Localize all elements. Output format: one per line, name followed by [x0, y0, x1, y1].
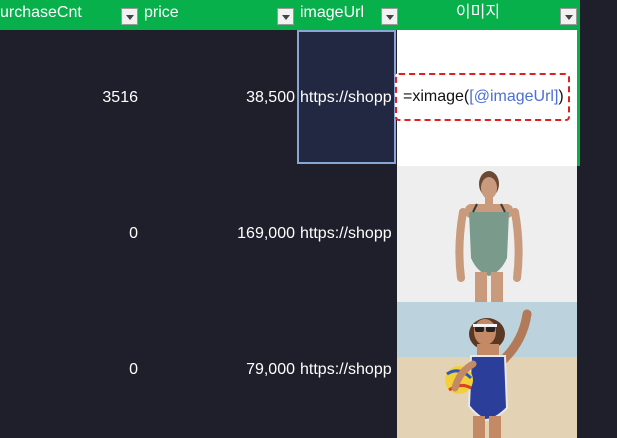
cell-price[interactable]: 169,000 [150, 224, 295, 244]
cell-purchasecnt[interactable]: 0 [0, 224, 138, 244]
cell-imageurl[interactable]: https://shopp [300, 224, 396, 244]
filter-dropdown-icon[interactable] [121, 8, 138, 25]
selection-edge [577, 30, 580, 166]
table-header-row: urchaseCnt price imageUrl 이미지 [0, 0, 580, 30]
image-formula: =ximage([@imageUrl]) [395, 73, 570, 121]
column-header-label: 이미지 [455, 4, 501, 21]
cell-imageurl[interactable]: https://shopp [300, 88, 396, 108]
cell-price[interactable]: 79,000 [150, 360, 295, 380]
cell-purchasecnt[interactable]: 0 [0, 360, 138, 380]
cell-imageurl[interactable]: https://shopp [300, 360, 396, 380]
column-header-price[interactable]: price [144, 0, 274, 30]
beach-swimsuit-image [397, 302, 577, 438]
filter-dropdown-icon[interactable] [560, 8, 577, 25]
cell-price[interactable]: 38,500 [150, 88, 295, 108]
column-header-label: urchaseCnt [0, 4, 82, 21]
column-header-label: imageUrl [300, 4, 365, 21]
formula-function: =ximage( [403, 88, 470, 105]
formula-close-paren: ) [558, 88, 564, 105]
column-header-imageurl[interactable]: imageUrl [300, 0, 380, 30]
column-header-purchasecnt[interactable]: urchaseCnt [0, 0, 120, 30]
filter-dropdown-icon[interactable] [277, 8, 294, 25]
column-header-image[interactable]: 이미지 [398, 0, 558, 30]
formula-argument: [@imageUrl] [469, 88, 559, 105]
filter-dropdown-icon[interactable] [381, 8, 398, 25]
swimsuit-product-image [397, 166, 577, 302]
image-cell[interactable] [397, 302, 577, 438]
cell-purchasecnt[interactable]: 3516 [0, 88, 138, 108]
column-header-label: price [144, 4, 179, 21]
image-cell[interactable] [397, 166, 577, 302]
